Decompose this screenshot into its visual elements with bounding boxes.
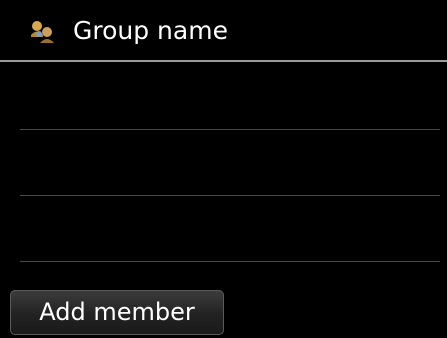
row-divider (20, 129, 440, 130)
member-row-2[interactable] (0, 128, 447, 194)
add-member-button[interactable]: Add member (10, 290, 224, 335)
page-title: Group name (73, 16, 228, 45)
member-list (0, 62, 447, 262)
member-row-3[interactable] (0, 194, 447, 260)
row-divider (20, 195, 440, 196)
member-row-1[interactable] (0, 62, 447, 128)
title-bar: Group name (0, 0, 447, 60)
row-divider (20, 261, 440, 262)
group-name-screen: Group name Add member (0, 0, 447, 338)
group-contact-icon (30, 20, 56, 44)
